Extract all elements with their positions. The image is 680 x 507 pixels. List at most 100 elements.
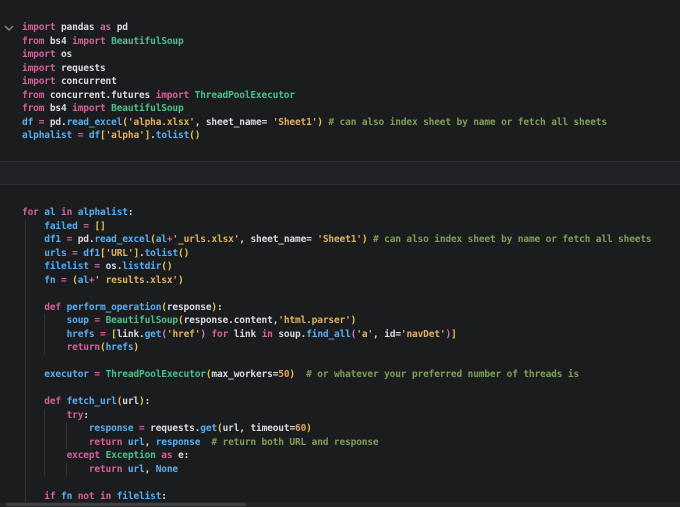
code-token: , <box>239 423 251 434</box>
code-token: id <box>384 328 396 340</box>
code-line[interactable]: soup = BeautifulSoup(response.content,'h… <box>22 314 680 328</box>
code-line[interactable] <box>22 476 680 490</box>
code-token: df1 <box>83 247 101 259</box>
code-token: get <box>144 328 162 340</box>
code-line[interactable]: from concurrent.futures import ThreadPoo… <box>22 89 680 103</box>
code-token: os <box>100 261 117 272</box>
code-line[interactable]: def fetch_url(url): <box>22 395 680 409</box>
code-token: return <box>88 463 123 475</box>
code-token: ) <box>194 130 201 141</box>
code-line[interactable]: import os <box>22 48 680 62</box>
code-line[interactable]: except Exception as e: <box>22 449 680 463</box>
code-line[interactable]: try: <box>22 409 680 423</box>
code-token: , <box>373 328 385 340</box>
code-token: link <box>116 328 140 340</box>
code-line[interactable] <box>22 355 680 369</box>
code-line[interactable]: filelist = os.listdir() <box>22 260 680 274</box>
code-token: 'Sheet1' <box>317 234 362 245</box>
code-line[interactable]: executor = ThreadPoolExecutor(max_worker… <box>22 368 680 382</box>
code-token: for <box>211 328 229 340</box>
code-line[interactable]: for al in alphalist: <box>22 206 680 220</box>
code-line[interactable]: fn = (al+' results.xlsx') <box>22 274 680 288</box>
indent-guide <box>66 463 67 476</box>
code-token: [] <box>94 220 106 232</box>
code-token: , <box>144 463 156 475</box>
code-line[interactable]: import pandas as pd <box>22 21 680 35</box>
code-line[interactable]: from bs4 import BeautifulSoup <box>22 35 680 49</box>
code-token: BeautifulSoup <box>111 103 184 114</box>
code-token: as <box>161 450 173 461</box>
code-token: hrefs <box>105 342 134 353</box>
code-token: 'navDet' <box>400 328 446 340</box>
code-token: ThreadPoolExecutor <box>194 89 295 101</box>
horizontal-scrollbar-thumb[interactable] <box>6 503 246 506</box>
code-line[interactable]: alphalist = df['alpha'].tolist() <box>22 129 680 143</box>
code-token: def <box>44 396 61 407</box>
code-token: requests <box>144 423 195 434</box>
code-token: 'alpha.xlsx' <box>127 116 195 128</box>
code-token: alphalist <box>77 207 128 218</box>
code-token: url <box>127 436 145 448</box>
code-token: soup <box>272 328 301 340</box>
code-token: requests <box>55 62 106 74</box>
code-token: return <box>66 342 101 353</box>
code-line[interactable]: response = requests.get(url, timeout=60) <box>22 422 680 436</box>
code-token: = <box>261 116 273 128</box>
code-line[interactable]: import concurrent <box>22 75 680 89</box>
code-token: fn <box>61 490 73 502</box>
code-token: import <box>22 76 56 87</box>
indent-guide <box>25 220 26 501</box>
code-token: pd <box>44 116 62 128</box>
code-token: BeautifulSoup <box>111 35 184 47</box>
code-line[interactable]: def perform_operation(response): <box>22 301 680 315</box>
code-token: sheet_name <box>250 234 307 245</box>
code-token: BeautifulSoup <box>105 315 179 326</box>
code-token: : <box>216 301 223 313</box>
code-line[interactable]: return url, response # return both URL a… <box>22 436 680 450</box>
code-cell-imports: import pandas as pd from bs4 import Beaut… <box>22 21 680 143</box>
code-token: # can also index sheet by name or fetch … <box>373 234 652 245</box>
code-line[interactable]: from bs4 import BeautifulSoup <box>22 102 680 116</box>
code-token: for <box>22 207 39 218</box>
code-token: read_excel <box>66 116 123 128</box>
code-token: 60 <box>295 423 307 434</box>
code-token: Exception <box>105 450 156 461</box>
fold-chevron-icon[interactable] <box>3 22 15 34</box>
indent-guide <box>44 314 45 355</box>
code-token: : <box>144 396 151 407</box>
code-line[interactable]: if fn not in filelist: <box>22 490 680 504</box>
code-token: soup <box>66 315 89 326</box>
code-token: alphalist <box>22 130 73 141</box>
code-line[interactable]: hrefs = [link.get('href') for link in so… <box>22 328 680 342</box>
code-token: fn <box>44 274 56 286</box>
code-token: response <box>166 301 212 313</box>
code-token: if <box>44 490 56 502</box>
code-line[interactable]: df = pd.read_excel('alpha.xlsx', sheet_n… <box>22 116 680 130</box>
code-token: ThreadPoolExecutor <box>105 369 206 380</box>
code-token: ) <box>178 274 184 286</box>
code-token: url <box>122 396 140 407</box>
code-line[interactable]: failed = [] <box>22 220 680 234</box>
code-line[interactable]: df1 = pd.read_excel(al+'_urls.xlsx', she… <box>22 233 680 247</box>
code-token: except <box>66 450 101 461</box>
code-token: from <box>22 103 45 114</box>
code-token: in <box>61 207 73 218</box>
code-line[interactable] <box>22 287 680 301</box>
code-token: concurrent <box>55 76 117 87</box>
code-line[interactable]: urls = df1['URL'].tolist() <box>22 247 680 261</box>
code-line[interactable]: import requests <box>22 62 680 76</box>
code-line[interactable]: return(hrefs) <box>22 341 680 355</box>
horizontal-scrollbar[interactable] <box>0 502 680 507</box>
code-token: , <box>144 436 156 448</box>
code-token: import <box>22 49 56 60</box>
code-line[interactable] <box>22 382 680 396</box>
code-token: # or whatever your preferred number of t… <box>306 369 580 380</box>
code-token: ) <box>166 261 173 272</box>
code-line[interactable]: return url, None <box>22 463 680 477</box>
code-token: from <box>22 89 45 101</box>
code-token: import <box>155 89 190 101</box>
code-token: 'html.parser' <box>278 315 351 326</box>
code-token: executor <box>44 369 89 380</box>
